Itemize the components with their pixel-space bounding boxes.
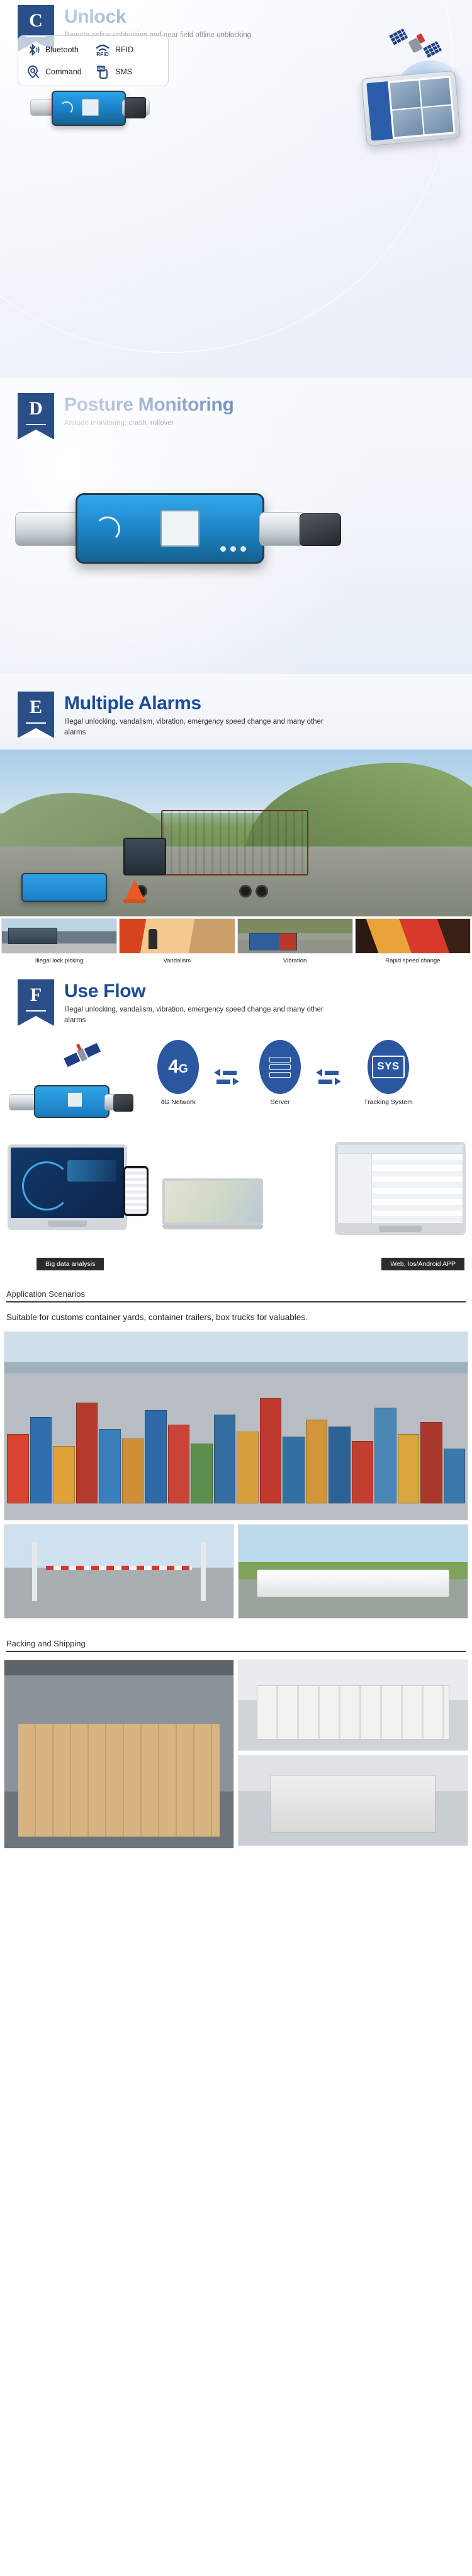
alarm-thumb: Illegal lock picking xyxy=(1,918,118,966)
section-application-scenarios: Application Scenarios Suitable for custo… xyxy=(0,1289,472,1619)
desktop-monitor-bigdata xyxy=(8,1144,127,1231)
badge-letter: D xyxy=(29,398,43,419)
thumb-image xyxy=(1,918,118,954)
flow-arrows-left xyxy=(214,1066,239,1088)
unlock-method-label: Command xyxy=(45,67,82,76)
container-yard-photo xyxy=(4,1331,468,1520)
caption-web-app: Web, Ios/Android APP xyxy=(381,1258,464,1271)
tablet-device-photo xyxy=(361,70,461,147)
unlock-method-label: SMS xyxy=(115,67,133,76)
platform-screens-photo: Big data analysis Web, Ios/Android APP xyxy=(0,1142,472,1271)
badge-letter: F xyxy=(30,984,42,1006)
flow-arrows-right xyxy=(316,1066,341,1088)
packing-shipping-title: Packing and Shipping xyxy=(6,1638,86,1648)
carton-box-photo xyxy=(238,1754,468,1846)
badge-underline xyxy=(26,424,46,425)
thumb-image xyxy=(354,918,471,954)
unlock-methods-panel: Bluetooth RFID RFID Command SMS SMS xyxy=(18,35,169,86)
server-icon xyxy=(259,1040,301,1095)
badge-letter: E xyxy=(29,697,42,717)
flow-node-label: 4G Network xyxy=(160,1098,196,1107)
flow-node-label: Server xyxy=(270,1098,290,1107)
thumb-caption: Vandalism xyxy=(163,957,191,964)
alarms-header: E Multiple Alarms Illegal unlocking, van… xyxy=(0,692,472,738)
alarm-thumbnail-list: Illegal lock picking Vandalism Vibration… xyxy=(0,916,472,966)
alarms-subtitle: Illegal unlocking, vandalism, vibration,… xyxy=(64,717,323,736)
unlock-method-rfid[interactable]: RFID RFID xyxy=(94,42,162,58)
section-unlock: C Unlock Remote online unblocking and ne… xyxy=(0,0,472,378)
satellite-illustration xyxy=(388,25,442,66)
thumb-caption: Illegal lock picking xyxy=(35,957,84,964)
unlock-method-command[interactable]: Command xyxy=(25,64,92,80)
thumb-caption: Rapid speed change xyxy=(385,957,441,964)
caption-big-data-analysis: Big data analysis xyxy=(37,1258,104,1271)
desktop-monitor-webapp xyxy=(335,1142,466,1236)
section-badge-f: F xyxy=(18,979,54,1027)
thumb-caption: Vibration xyxy=(283,957,307,964)
section-use-flow: F Use Flow Illegal unlocking, vandalism,… xyxy=(0,966,472,1271)
smart-lock-device-large-photo xyxy=(15,488,342,570)
unlock-method-bluetooth[interactable]: Bluetooth xyxy=(25,42,92,58)
svg-text:RFID: RFID xyxy=(96,51,109,57)
application-scenarios-title: Application Scenarios xyxy=(6,1289,86,1299)
smart-lock-device-photo xyxy=(30,88,150,132)
badge-underline xyxy=(26,722,46,724)
4g-network-icon: 4G xyxy=(157,1040,199,1095)
smart-lock-inset-photo xyxy=(21,873,107,902)
satellite-icon xyxy=(62,1040,106,1076)
flow-node-server: Server xyxy=(245,1040,315,1107)
alarm-thumb: Rapid speed change xyxy=(354,918,471,966)
scenario-photo-grid xyxy=(0,1331,472,1619)
thumb-image xyxy=(119,918,235,954)
section-posture-monitoring: D Posture Monitoring Attitude monitoring… xyxy=(0,378,472,674)
alarms-hero-photo xyxy=(0,749,472,916)
section-packing-shipping: Packing and Shipping xyxy=(0,1639,472,1849)
thumb-image xyxy=(237,918,353,954)
section-badge-e: E xyxy=(18,692,54,738)
loaded-container-photo xyxy=(4,1659,234,1849)
flow-node-tracking-system: SYS Tracking System xyxy=(347,1040,429,1107)
useflow-header: F Use Flow Illegal unlocking, vandalism,… xyxy=(0,979,472,1027)
flow-node-4g: 4G 4G Network xyxy=(143,1040,213,1107)
svg-text:SMS: SMS xyxy=(97,67,104,71)
alarm-thumb: Vibration xyxy=(237,918,353,966)
badge-letter: C xyxy=(29,10,43,31)
tracking-system-icon: SYS xyxy=(368,1040,409,1095)
flow-node-label: Tracking System xyxy=(364,1098,413,1107)
customs-gate-photo xyxy=(4,1524,234,1619)
divider xyxy=(6,1650,466,1652)
location-command-icon xyxy=(25,64,41,80)
traffic-cone-illustration xyxy=(123,879,146,903)
unlock-method-label: RFID xyxy=(115,45,134,54)
container-truck-illustration xyxy=(120,810,308,898)
use-flow-diagram: 4G 4G Network Server SYS Tracking System xyxy=(0,1036,472,1137)
4g-glyph-number: 4 xyxy=(168,1056,179,1078)
rfid-icon: RFID xyxy=(94,42,111,58)
bluetooth-icon xyxy=(25,42,41,58)
smart-lock-device-photo xyxy=(9,1075,135,1124)
alarms-title: Multiple Alarms xyxy=(64,693,201,714)
unlock-method-label: Bluetooth xyxy=(45,45,79,54)
useflow-title: Use Flow xyxy=(64,981,146,1002)
alarm-thumb: Vandalism xyxy=(119,918,235,966)
unlock-title: Unlock xyxy=(64,6,126,27)
application-scenarios-body: Suitable for customs container yards, co… xyxy=(6,1313,308,1323)
packing-photo-grid xyxy=(0,1659,472,1849)
useflow-subtitle: Illegal unlocking, vandalism, vibration,… xyxy=(64,1005,323,1025)
4g-glyph-letter: G xyxy=(178,1063,188,1076)
warehouse-pallets-photo xyxy=(238,1659,468,1751)
sys-glyph: SYS xyxy=(372,1056,405,1079)
laptop-map-view xyxy=(162,1178,263,1230)
section-badge-d: D xyxy=(18,393,54,440)
badge-underline xyxy=(26,1010,46,1012)
smartphone-app xyxy=(123,1166,149,1217)
box-truck-photo xyxy=(238,1524,468,1619)
unlock-method-sms[interactable]: SMS SMS xyxy=(94,64,162,80)
sms-icon: SMS xyxy=(94,64,111,80)
section-multiple-alarms: E Multiple Alarms Illegal unlocking, van… xyxy=(0,674,472,966)
